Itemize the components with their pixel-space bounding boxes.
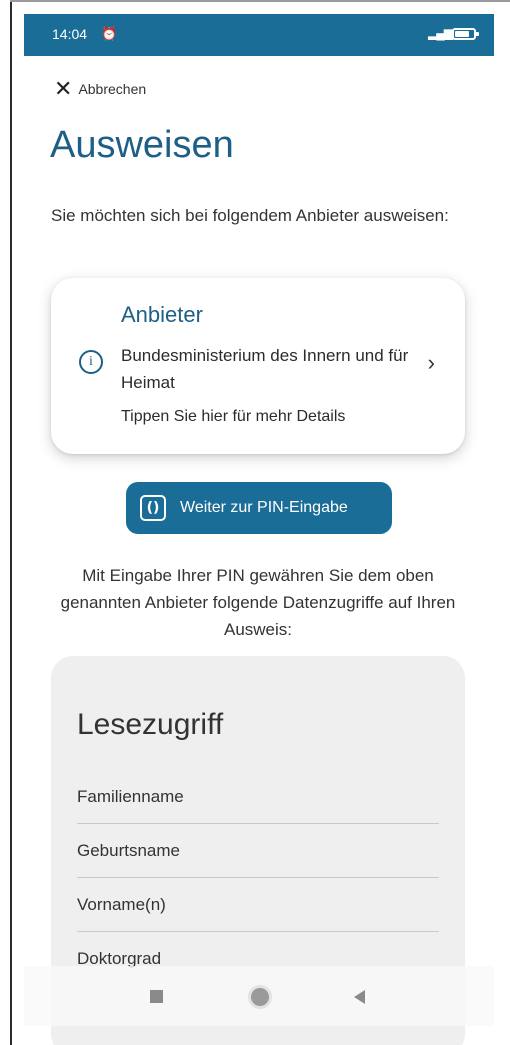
pin-entry-label: Weiter zur PIN-Eingabe (180, 499, 348, 516)
read-access-title: Lesezugriff (77, 708, 224, 741)
list-item: Geburtsname (77, 824, 439, 878)
recents-icon[interactable] (150, 990, 163, 1003)
list-item: Vorname(n) (77, 878, 439, 932)
close-icon[interactable]: ✕ (54, 78, 72, 100)
provider-card[interactable]: i Anbieter Bundesministerium des Innern … (51, 278, 465, 454)
system-nav-bar (24, 966, 494, 1026)
battery-level (455, 31, 469, 37)
back-icon[interactable] (354, 990, 365, 1004)
info-icon: i (79, 350, 103, 374)
chevron-right-icon: › (427, 350, 435, 375)
signal-icon: ▂▄▆ (428, 26, 453, 40)
screenshot-frame-top (10, 0, 510, 2)
phone-screen: 14:04 ⏰ ▂▄▆ ✕ Abbrechen Ausweisen Sie mö… (24, 14, 494, 1045)
provider-heading: Anbieter (121, 302, 203, 327)
read-access-list: Familienname Geburtsname Vorname(n) Dokt… (77, 770, 439, 986)
cancel-label[interactable]: Abbrechen (78, 81, 146, 97)
list-item: Familienname (77, 770, 439, 824)
battery-icon (452, 28, 479, 40)
page-title: Ausweisen (50, 124, 234, 166)
alarm-off-icon: ⏰ (101, 26, 118, 41)
status-time: 14:04 (52, 26, 88, 42)
screenshot-frame-left (10, 0, 12, 1045)
intro-text: Sie möchten sich bei folgendem Anbieter … (51, 206, 449, 225)
consent-text: Mit Eingabe Ihrer PIN gewähren Sie dem o… (60, 566, 456, 639)
cancel-button[interactable]: ✕ Abbrechen (54, 78, 146, 100)
pin-entry-icon: () (140, 495, 166, 521)
pin-entry-button[interactable]: () Weiter zur PIN-Eingabe (126, 482, 392, 534)
provider-details-hint: Tippen Sie hier für mehr Details (121, 408, 346, 425)
provider-name: Bundesministerium des Innern und für Hei… (121, 346, 409, 392)
status-bar: 14:04 ⏰ ▂▄▆ (24, 14, 494, 56)
home-icon[interactable] (251, 988, 269, 1006)
